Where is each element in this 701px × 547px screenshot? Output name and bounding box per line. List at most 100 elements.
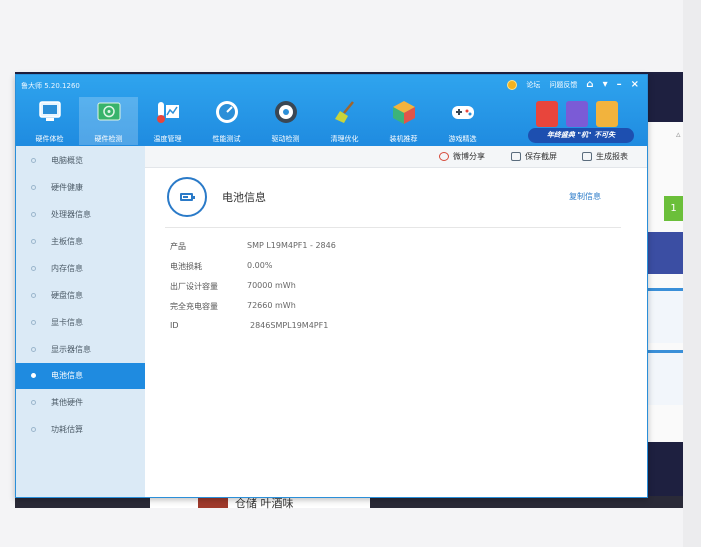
tool-label: 装机推荐 [389, 135, 418, 143]
sidebar-item-label: 硬盘信息 [51, 291, 83, 300]
bullet-icon [31, 400, 36, 405]
tool-cleanup[interactable]: 清理优化 [315, 97, 374, 145]
promo-banner[interactable]: 年终盛典 "机" 不可失 [526, 97, 636, 145]
sidebar-item-battery[interactable]: 电池信息 [16, 363, 145, 389]
weibo-icon [439, 152, 449, 161]
camera-icon [511, 152, 521, 161]
sidebar-item-label: 电脑概览 [51, 156, 83, 165]
sidebar-item-label: 处理器信息 [51, 210, 91, 219]
sidebar-item-disk[interactable]: 硬盘信息 [16, 283, 145, 309]
sidebar-item-overview[interactable]: 电脑概览 [16, 148, 145, 174]
sidebar-item-label: 显卡信息 [51, 318, 83, 327]
app-window: 鲁大师 5.20.1260 论坛 问题反馈 ⌂ ▾ – × 硬件体检 硬件检测 … [15, 74, 648, 498]
bullet-icon [31, 185, 36, 190]
bullet-icon [31, 239, 36, 244]
tool-hardware-detect[interactable]: 硬件检测 [79, 97, 138, 145]
save-screenshot-label: 保存截屏 [525, 152, 557, 161]
driver-gear-icon [275, 101, 297, 123]
info-value: 70000 mWh [247, 281, 296, 290]
background-arrow-icon: ▵ [676, 130, 681, 140]
sidebar-item-health[interactable]: 硬件健康 [16, 175, 145, 201]
tool-label: 清理优化 [330, 135, 359, 143]
menu-dropdown-icon[interactable]: ▾ [603, 79, 608, 90]
tool-hardware-checkup[interactable]: 硬件体检 [20, 97, 79, 145]
action-bar: 微博分享 保存截屏 生成报表 [145, 146, 647, 168]
weibo-share-label: 微博分享 [453, 152, 485, 161]
info-key: ID [170, 321, 179, 330]
info-key: 完全充电容量 [170, 302, 218, 311]
tool-label: 游戏精选 [448, 135, 477, 143]
sidebar-item-label: 显示器信息 [51, 345, 91, 354]
bullet-icon [31, 158, 36, 163]
sidebar-item-other[interactable]: 其他硬件 [16, 390, 145, 416]
info-key: 出厂设计容量 [170, 282, 218, 291]
gift-icon [536, 101, 558, 127]
info-value: SMP L19M4PF1 - 2846 [247, 241, 336, 250]
medal-icon[interactable] [507, 79, 518, 90]
info-value: 72660 mWh [247, 301, 296, 310]
tool-label: 驱动检测 [271, 135, 300, 143]
minimize-button[interactable]: – [617, 79, 622, 90]
sidebar-item-display[interactable]: 显示器信息 [16, 337, 145, 363]
thermometer-icon [157, 102, 179, 123]
bullet-icon [31, 293, 36, 298]
divider [165, 227, 621, 228]
sidebar-item-label: 主板信息 [51, 237, 83, 246]
forum-link[interactable]: 论坛 [526, 80, 540, 90]
info-key: 产品 [170, 242, 186, 251]
generate-report-label: 生成报表 [596, 152, 628, 161]
sidebar-item-label: 功耗估算 [51, 425, 83, 434]
gift-icon [596, 101, 618, 127]
background-thumbnail [648, 288, 683, 343]
info-row-product: 产品 SMP L19M4PF1 - 2846 [170, 241, 470, 255]
gauge-icon [216, 101, 238, 123]
tool-label: 性能测试 [212, 135, 241, 143]
close-button[interactable]: × [631, 79, 639, 90]
feedback-link[interactable]: 问题反馈 [549, 80, 577, 90]
info-row-wear: 电池损耗 0.00% [170, 261, 470, 275]
sidebar-item-motherboard[interactable]: 主板信息 [16, 229, 145, 255]
background-badge: 1 [664, 196, 683, 221]
tool-build-recommend[interactable]: 装机推荐 [374, 97, 433, 145]
sidebar-item-label: 电池信息 [51, 371, 83, 380]
info-value: 2846SMPL19M4PF1 [250, 321, 329, 330]
section-title: 电池信息 [222, 191, 266, 204]
sidebar-item-label: 内存信息 [51, 264, 83, 273]
sidebar-item-cpu[interactable]: 处理器信息 [16, 202, 145, 228]
title-bar-right: 论坛 问题反馈 ⌂ ▾ – × [507, 79, 639, 90]
tool-performance[interactable]: 性能测试 [197, 97, 256, 145]
save-screenshot-button[interactable]: 保存截屏 [511, 151, 557, 162]
chip-icon [97, 102, 121, 121]
bullet-icon [31, 427, 36, 432]
bullet-icon [31, 347, 36, 352]
bullet-icon [31, 373, 36, 378]
sidebar-item-gpu[interactable]: 显卡信息 [16, 310, 145, 336]
gamepad-icon [452, 106, 474, 119]
tool-driver[interactable]: 驱动检测 [256, 97, 315, 145]
info-row-id: ID 2846SMPL19M4PF1 [170, 321, 470, 335]
sidebar-item-memory[interactable]: 内存信息 [16, 256, 145, 282]
generate-report-button[interactable]: 生成报表 [582, 151, 628, 162]
weibo-share-button[interactable]: 微博分享 [439, 151, 485, 162]
sidebar-item-power[interactable]: 功耗估算 [16, 417, 145, 443]
tool-label: 硬件体检 [35, 135, 64, 143]
tool-temperature[interactable]: 温度管理 [138, 97, 197, 145]
broom-icon [335, 101, 354, 123]
info-row-full-capacity: 完全充电容量 72660 mWh [170, 301, 470, 315]
copy-info-link[interactable]: 复制信息 [569, 191, 601, 202]
title-bar: 鲁大师 5.20.1260 论坛 问题反馈 ⌂ ▾ – × 硬件体检 硬件检测 … [16, 75, 647, 146]
bullet-icon [31, 266, 36, 271]
sidebar-item-label: 硬件健康 [51, 183, 83, 192]
info-value: 0.00% [247, 261, 273, 270]
monitor-icon [39, 101, 61, 121]
info-key: 电池损耗 [170, 262, 202, 271]
tool-games[interactable]: 游戏精选 [433, 97, 492, 145]
tool-label: 硬件检测 [94, 135, 123, 143]
bullet-icon [31, 212, 36, 217]
background-thumbnail [648, 232, 683, 274]
app-title: 鲁大师 5.20.1260 [21, 82, 80, 90]
battery-info-panel: 电池信息 复制信息 产品 SMP L19M4PF1 - 2846 电池损耗 0.… [145, 169, 647, 497]
info-row-design-capacity: 出厂设计容量 70000 mWh [170, 281, 470, 295]
tool-label: 温度管理 [153, 135, 182, 143]
home-icon[interactable]: ⌂ [586, 79, 593, 90]
